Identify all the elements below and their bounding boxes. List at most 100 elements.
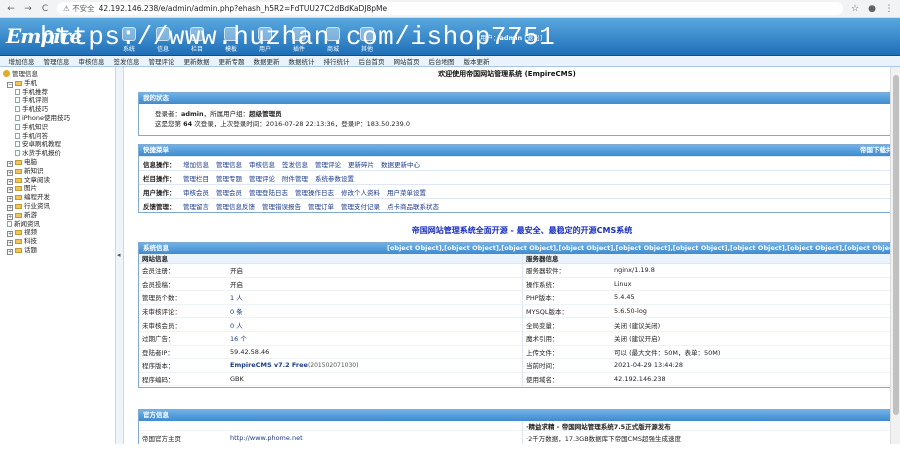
info-row: 会员注册： 开启 [139, 264, 522, 278]
quick-menu-link[interactable]: 管理评论 [315, 159, 341, 169]
panel-splitter[interactable]: ◂ [116, 67, 124, 444]
back-icon[interactable]: ← [6, 4, 16, 14]
tree-item[interactable]: + 话题 [3, 246, 115, 255]
quick-menu-row: 信息操作： 增加信息 管理信息 审核信息 签发信息 管理评论 更新碎片 数据更新中心 [139, 156, 900, 170]
quick-menu-link[interactable]: 管理订单 [308, 201, 334, 211]
menubar-item[interactable]: 版本更新 [459, 56, 494, 66]
quick-menu-link[interactable]: 数据更新中心 [381, 159, 420, 169]
reload-icon[interactable]: C [40, 4, 50, 14]
tree-item[interactable]: 手机推荐 [3, 88, 115, 97]
quick-menu-link[interactable]: 管理操作日志 [295, 187, 334, 197]
news-item[interactable]: ·精益求精 - 帝国网站管理系统7.5正式版开源发布 [523, 421, 900, 431]
menubar-item[interactable]: 管理评论 [144, 56, 179, 66]
collapse-icon[interactable]: − [7, 81, 13, 88]
tree-item[interactable]: 手机技巧 [3, 105, 115, 114]
page-icon [15, 132, 20, 139]
menubar-item[interactable]: 管理信息 [39, 56, 74, 66]
quick-menu-row: 栏目操作： 管理栏目 管理专题 管理评论 附件管理 系统参数设置 [139, 170, 900, 184]
quick-menu-link[interactable]: 附件管理 [282, 173, 308, 183]
menubar-item[interactable]: 更新专题 [214, 56, 249, 66]
expand-icon[interactable]: + [7, 213, 13, 220]
tree-item[interactable]: iPhone使用技巧 [3, 114, 115, 123]
tree-item[interactable]: 管理信息 [3, 70, 115, 79]
security-indicator[interactable]: ⚠ 不安全 [63, 3, 95, 14]
tree-item[interactable]: + 行业资讯 [3, 202, 115, 211]
forward-icon[interactable]: → [23, 4, 33, 14]
quick-menu-link[interactable]: 修改个人资料 [341, 187, 380, 197]
info-row: 魔术引用： 关闭 (建议开启) [523, 332, 900, 346]
quick-menu-link[interactable]: 管理会员 [216, 187, 242, 197]
menubar-item[interactable]: 数据更新 [249, 56, 284, 66]
tree-item[interactable]: 水货手机报价 [3, 149, 115, 158]
profile-icon[interactable]: ● [867, 4, 877, 14]
tree-item[interactable]: + 新知识 [3, 167, 115, 176]
content-scrollbar[interactable] [890, 67, 900, 444]
expand-icon[interactable]: + [7, 169, 13, 176]
quick-menu-link[interactable]: 管理支付记录 [341, 201, 380, 211]
info-row: 操作系统： Linux [523, 278, 900, 292]
page-icon [15, 114, 20, 121]
quick-menu-link[interactable]: 点卡商品联系状态 [387, 201, 439, 211]
browser-toolbar: ← → C ⚠ 不安全 42.192.146.238/e/admin/admin… [0, 0, 900, 18]
logout-link[interactable]: [退出] [524, 34, 542, 42]
menubar-item[interactable]: 排行统计 [319, 56, 354, 66]
menubar-item[interactable]: 增加信息 [4, 56, 39, 66]
tree-item[interactable]: + 图片 [3, 184, 115, 194]
quick-menu-link[interactable]: 管理留言 [183, 201, 209, 211]
news-item[interactable]: ·2千万数据，17.3GB数据库下帝国CMS超强生成速度 [523, 431, 900, 444]
folder-icon [15, 239, 22, 245]
tree-item[interactable]: 手机知识 [3, 123, 115, 132]
quick-menu-link[interactable]: 管理栏目 [183, 173, 209, 183]
address-bar[interactable]: ⚠ 不安全 42.192.146.238/e/admin/admin.php?e… [57, 2, 843, 15]
menubar-item[interactable]: 网站首页 [389, 56, 424, 66]
quick-menu-link[interactable]: 签发信息 [282, 159, 308, 169]
tree-item[interactable]: 新闻资讯 [3, 220, 115, 229]
quick-menu-link[interactable]: 增加信息 [183, 159, 209, 169]
official-homepage-link[interactable]: http://www.phome.net [230, 434, 303, 442]
collapse-arrow-icon[interactable]: ◂ [117, 251, 121, 259]
tree-item[interactable]: + 编程开发 [3, 193, 115, 203]
menubar-item[interactable]: 审核信息 [74, 56, 109, 66]
info-row: 未审核会员： 0 人 [139, 318, 522, 332]
expand-icon[interactable]: + [7, 248, 13, 255]
tree-item[interactable]: 安卓刷机教程 [3, 140, 115, 149]
folder-icon [15, 177, 22, 183]
info-row: 登陆者IP： 59.42.58.46 [139, 346, 522, 360]
menubar-item[interactable]: 后台首页 [354, 56, 389, 66]
quick-menu-link[interactable]: 管理登陆日志 [249, 187, 288, 197]
info-row: 程序编码： GBK [139, 373, 522, 387]
menubar-item[interactable]: 签发信息 [109, 56, 144, 66]
slogan-text: 帝国网站管理系统全面开源 - 最安全、最稳定的开源CMS系统 [411, 226, 633, 235]
quick-menu-link[interactable]: 用户菜单设置 [387, 187, 426, 197]
menubar-item[interactable]: 更新数据 [179, 56, 214, 66]
quick-menu-link[interactable]: 系统参数设置 [315, 173, 354, 183]
quick-menu-link[interactable]: 管理信息反馈 [216, 201, 255, 211]
page-icon [7, 220, 12, 227]
quick-menu-link[interactable]: 管理专题 [216, 173, 242, 183]
left-tree-menu: 管理信息 − 手机 手机推荐 手机评测 手机技巧 iPhone使用技巧 手机知识 手机问答 安卓刷… [0, 67, 116, 444]
tree-item[interactable]: + 视频 [3, 228, 115, 238]
page-icon [15, 97, 20, 104]
tree-item[interactable]: − 手机 [3, 79, 115, 88]
browser-menu-icon[interactable]: ⋮ [884, 4, 894, 14]
tree-item[interactable]: + 新游 [3, 211, 115, 220]
tree-item[interactable]: + 科技 [3, 237, 115, 247]
tree-item[interactable]: + 文章阅读 [3, 176, 115, 185]
quick-menu-link[interactable]: 管理评论 [249, 173, 275, 183]
tree-item[interactable]: 手机评测 [3, 96, 115, 105]
quick-menu-link[interactable]: 审核会员 [183, 187, 209, 197]
page-icon [15, 150, 20, 157]
tree-item[interactable]: + 电脑 [3, 158, 115, 167]
quick-menu-link[interactable]: 管理信息 [216, 159, 242, 169]
info-row: MYSQL版本： 5.6.50-log [523, 305, 900, 319]
quick-menu-row: 反馈管理： 管理留言 管理信息反馈 管理错误报告 管理订单 管理支付记录 点卡商品联系状态 [139, 198, 900, 212]
quick-menu-link[interactable]: 审核信息 [249, 159, 275, 169]
welcome-title: 欢迎使用帝国网站管理系统 (EmpireCMS) [438, 70, 576, 78]
menubar-item[interactable]: 数据统计 [284, 56, 319, 66]
folder-icon [15, 212, 22, 218]
menubar-item[interactable]: 后台地图 [424, 56, 459, 66]
quick-menu-link[interactable]: 更新碎片 [348, 159, 374, 169]
bookmark-star-icon[interactable]: ☆ [850, 4, 860, 14]
quick-menu-link[interactable]: 管理错误报告 [262, 201, 301, 211]
mysql-download-link[interactable]: [object Object],[object Object],[object … [387, 243, 899, 254]
